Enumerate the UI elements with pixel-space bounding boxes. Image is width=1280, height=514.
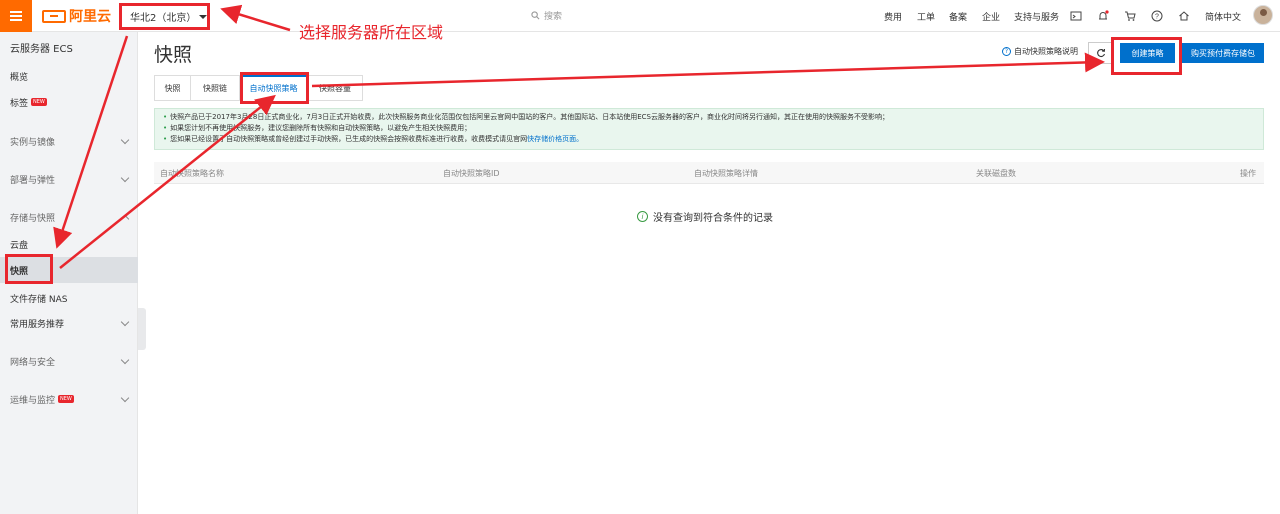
- page-title: 快照: [154, 44, 193, 66]
- empty-state-text: 没有查询到符合条件的记录: [653, 213, 773, 224]
- terminal-icon[interactable]: [1070, 10, 1082, 22]
- chevron-down-icon: [120, 355, 130, 365]
- column-header: 自动快照策略ID: [443, 169, 500, 178]
- empty-state: i 没有查询到符合条件的记录: [637, 209, 773, 224]
- notice-text: 您如果已经设置了自动快照策略或曾经创建过手动快照，已生成的快照会按照收费标准进行…: [170, 135, 528, 143]
- search-placeholder: 搜索: [544, 12, 563, 22]
- language-switch[interactable]: 简体中文: [1205, 10, 1241, 23]
- sidebar-group-instances[interactable]: 实例与镜像: [0, 128, 138, 154]
- svg-text:?: ?: [1155, 14, 1159, 21]
- notice-line: • 如果您计划不再使用快照服务，建议您删除所有快照和自动快照策略，以避免产生相关快…: [163, 124, 472, 132]
- sidebar-group-label: 存储与快照: [10, 213, 56, 224]
- annotation-text: 选择服务器所在区域: [299, 23, 444, 42]
- region-selector[interactable]: 华北2（北京）: [119, 3, 210, 30]
- aliyun-logo-mark: [42, 9, 66, 23]
- policy-help-link[interactable]: ? 自动快照策略说明: [1002, 46, 1078, 57]
- sidebar-item-tags[interactable]: 标签 NEW: [0, 89, 138, 115]
- notice-text: 如果您计划不再使用快照服务，建议您删除所有快照和自动快照策略，以避免产生相关快照…: [170, 124, 472, 132]
- sidebar-group-ops[interactable]: 运维与监控 NEW: [0, 386, 138, 412]
- cart-icon[interactable]: [1124, 10, 1136, 22]
- refresh-icon: [1097, 48, 1106, 58]
- sidebar-group-label: 部署与弹性: [10, 175, 56, 186]
- sidebar-collapse-handle[interactable]: [138, 308, 146, 350]
- highlight-box-create-button: [1111, 37, 1182, 75]
- info-icon: i: [637, 211, 648, 222]
- sidebar-item-overview[interactable]: 概览: [0, 63, 138, 89]
- column-header: 关联磁盘数: [976, 169, 1016, 178]
- sidebar-group-network[interactable]: 网络与安全: [0, 348, 138, 374]
- sidebar-item-label: 文件存储 NAS: [10, 294, 68, 305]
- aliyun-logo[interactable]: 阿里云: [42, 7, 111, 25]
- nav-tickets[interactable]: 工单: [917, 10, 935, 23]
- chevron-down-icon: [120, 393, 130, 403]
- help-link-label: 自动快照策略说明: [1014, 47, 1078, 56]
- notice-line: • 快照产品已于2017年3月28日正式商业化，7月3日正式开始收费，此次快照服务…: [163, 113, 889, 121]
- tab-snapshot-chain[interactable]: 快照链: [191, 75, 240, 101]
- new-badge: NEW: [58, 395, 74, 403]
- chevron-down-icon: [120, 173, 130, 183]
- column-header: 自动快照策略名称: [160, 169, 224, 178]
- bell-icon[interactable]: [1097, 10, 1109, 22]
- sidebar-group-deploy[interactable]: 部署与弹性: [0, 166, 138, 192]
- column-header: 自动快照策略详情: [694, 169, 758, 178]
- sidebar-group-storage[interactable]: 存储与快照: [0, 204, 138, 230]
- tab-snapshot-capacity[interactable]: 快照容量: [308, 75, 363, 101]
- caret-down-icon: [199, 14, 207, 19]
- chevron-up-icon: [120, 214, 130, 224]
- sidebar-item-nas[interactable]: 文件存储 NAS: [0, 285, 138, 311]
- arrow-tab-to-create: [311, 52, 1105, 88]
- nav-icp[interactable]: 备案: [949, 10, 967, 23]
- search-box[interactable]: 搜索: [531, 9, 562, 22]
- nav-support[interactable]: 支持与服务: [1014, 10, 1059, 23]
- highlight-box-policy-tab: [240, 72, 309, 104]
- help-icon[interactable]: ?: [1151, 10, 1163, 22]
- sidebar-title: 云服务器 ECS: [10, 43, 73, 55]
- chevron-down-icon: [120, 135, 130, 145]
- notice-box: • 快照产品已于2017年3月28日正式商业化，7月3日正式开始收费，此次快照服务…: [154, 108, 1264, 150]
- sidebar-group-label: 实例与镜像: [10, 137, 56, 148]
- menu-icon[interactable]: [0, 0, 32, 32]
- notice-text: 快照产品已于2017年3月28日正式商业化，7月3日正式开始收费，此次快照服务商…: [170, 113, 889, 121]
- sidebar-group-label: 网络与安全: [10, 357, 56, 368]
- pricing-link[interactable]: 快存储价格页面。: [527, 135, 583, 143]
- home-icon[interactable]: [1178, 10, 1190, 22]
- notice-line: • 您如果已经设置了自动快照策略或曾经创建过手动快照，已生成的快照会按照收费标准进…: [163, 135, 584, 143]
- top-bar: 阿里云 华北2（北京） 搜索 费用 工单 备案 企业 支持与服务 ? 简体中文: [0, 0, 1280, 32]
- user-avatar[interactable]: [1253, 5, 1273, 25]
- new-badge: NEW: [31, 98, 47, 106]
- logo-text: 阿里云: [69, 9, 111, 25]
- sidebar-group-label: 运维与监控: [10, 395, 56, 406]
- chevron-down-icon: [120, 317, 130, 327]
- table-header: 自动快照策略名称 自动快照策略ID 自动快照策略详情 关联磁盘数 操作: [154, 162, 1264, 184]
- region-label: 华北2（北京）: [130, 13, 197, 24]
- nav-enterprise[interactable]: 企业: [982, 10, 1000, 23]
- column-header: 操作: [1240, 169, 1256, 178]
- nav-fees[interactable]: 费用: [884, 10, 902, 23]
- question-icon: ?: [1002, 47, 1011, 56]
- buy-storage-package-button[interactable]: 购买预付费存储包: [1182, 43, 1264, 63]
- sidebar-item-label: 云盘: [10, 240, 29, 251]
- sidebar-group-common[interactable]: 常用服务推荐: [0, 310, 138, 336]
- search-icon: [531, 11, 540, 20]
- sidebar-item-label: 概览: [10, 72, 29, 83]
- tab-snapshot[interactable]: 快照: [154, 75, 191, 101]
- sidebar-item-label: 标签: [10, 98, 29, 109]
- sidebar-group-label: 常用服务推荐: [10, 319, 65, 330]
- highlight-box-snapshot: [5, 254, 53, 284]
